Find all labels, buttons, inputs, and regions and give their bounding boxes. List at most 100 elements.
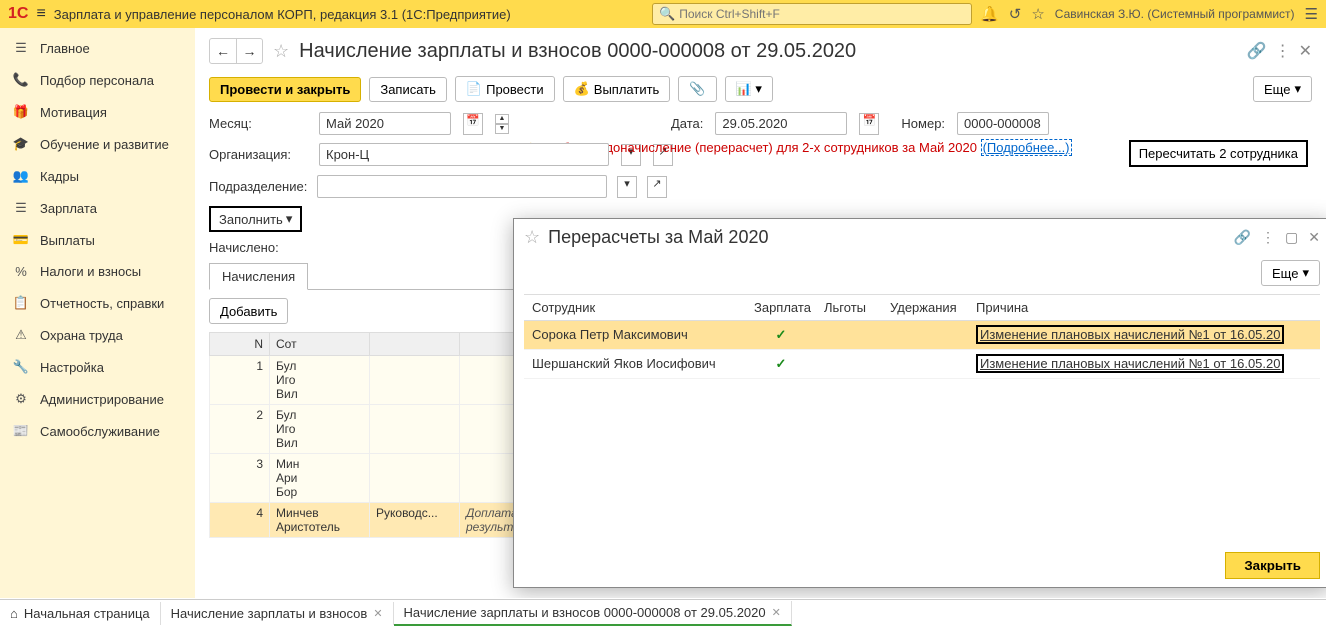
search-icon: 🔍 — [659, 6, 675, 22]
sidebar-item-0[interactable]: ☰Главное — [0, 32, 195, 64]
sidebar-icon: 💳 — [12, 232, 30, 248]
month-down-icon[interactable]: ▼ — [495, 124, 509, 134]
mcol-benefits: Льготы — [816, 295, 882, 320]
close-icon[interactable]: ✕ — [1299, 41, 1312, 61]
search-box[interactable]: 🔍 — [652, 3, 972, 25]
bell-icon[interactable]: 🔔 — [980, 5, 999, 23]
modal-link-icon[interactable]: 🔗 — [1234, 229, 1251, 246]
sidebar-item-3[interactable]: 🎓 Обучение и развитие — [0, 128, 195, 160]
col-n: N — [210, 333, 270, 355]
post-and-close-button[interactable]: Провести и закрыть — [209, 77, 361, 102]
sidebar-icon: 📋 — [12, 295, 30, 311]
dept-input[interactable] — [317, 175, 607, 198]
modal-star-icon[interactable]: ☆ — [524, 227, 540, 248]
sidebar-label: Выплаты — [40, 233, 95, 248]
sidebar-label: Мотивация — [40, 105, 107, 120]
date-input[interactable]: 29.05.2020 — [715, 112, 847, 135]
month-label: Месяц: — [209, 116, 307, 131]
sidebar-icon: 🎁 — [12, 104, 30, 120]
fill-button[interactable]: Заполнить ▾ — [209, 206, 302, 232]
modal-title: Перерасчеты за Май 2020 — [548, 227, 768, 248]
tab-accruals[interactable]: Начисления — [209, 263, 308, 290]
sidebar-item-12[interactable]: 📰Самообслуживание — [0, 415, 195, 447]
sidebar-label: Главное — [40, 41, 90, 56]
sidebar-item-8[interactable]: 📋 Отчетность, справки — [0, 287, 195, 319]
post-button[interactable]: 📄 Провести — [455, 76, 555, 102]
kebab-icon[interactable]: ⋮ — [1275, 41, 1291, 61]
nav-back-button[interactable]: ← — [210, 39, 236, 63]
reason-link[interactable]: Изменение плановых начислений №1 от 16.0… — [980, 327, 1280, 342]
date-label: Дата: — [671, 116, 703, 131]
tab-close-icon[interactable]: ✕ — [373, 607, 382, 620]
sidebar-item-11[interactable]: ⚙Администрирование — [0, 383, 195, 415]
more-button[interactable]: Еще ▾ — [1253, 76, 1312, 102]
org-label: Организация: — [209, 147, 307, 162]
sidebar-label: Кадры — [40, 169, 79, 184]
warning-more-link[interactable]: (Подробнее...) — [981, 139, 1072, 156]
save-button[interactable]: Записать — [369, 77, 447, 102]
star-icon[interactable]: ☆ — [1031, 5, 1044, 23]
sidebar-item-9[interactable]: ⚠Охрана труда — [0, 319, 195, 351]
modal-maximize-icon[interactable]: ▢ — [1285, 229, 1298, 246]
bottom-tabs: ⌂Начальная страницаНачисление зарплаты и… — [0, 599, 1326, 627]
report-button[interactable]: 📊 ▾ — [725, 76, 773, 102]
sidebar-icon: 👥 — [12, 168, 30, 184]
sidebar-label: Обучение и развитие — [40, 137, 169, 152]
dept-dropdown-icon[interactable]: ▾ — [617, 176, 637, 198]
app-title: Зарплата и управление персоналом КОРП, р… — [54, 7, 511, 22]
pay-button[interactable]: 💰 Выплатить — [563, 76, 671, 102]
sidebar-item-7[interactable]: %Налоги и взносы — [0, 256, 195, 287]
main-menu-icon[interactable]: ≡ — [36, 5, 45, 23]
sidebar-label: Налоги и взносы — [40, 264, 141, 279]
month-calendar-icon[interactable]: 📅 — [463, 113, 483, 135]
favorite-icon[interactable]: ☆ — [273, 41, 289, 62]
sidebar-icon: 🎓 — [12, 136, 30, 152]
modal-close-icon[interactable]: ✕ — [1308, 229, 1320, 246]
sidebar-icon: 📞 — [12, 72, 30, 88]
settings-icon[interactable]: ☰ — [1305, 5, 1318, 23]
search-input[interactable] — [679, 7, 965, 21]
reason-link[interactable]: Изменение плановых начислений №1 от 16.0… — [980, 356, 1280, 371]
recalc-button[interactable]: Пересчитать 2 сотрудника — [1129, 140, 1308, 167]
number-label: Номер: — [901, 116, 945, 131]
mcol-reason: Причина — [968, 295, 1320, 320]
modal-row[interactable]: Сорока Петр Максимович✓Изменение плановы… — [524, 321, 1320, 350]
link-icon[interactable]: 🔗 — [1247, 41, 1267, 61]
app-logo: 1С — [8, 5, 28, 23]
modal-more-button[interactable]: Еще ▾ — [1261, 260, 1320, 286]
sidebar: ☰Главное 📞 Подбор персонала 🎁 Мотивация 🎓 Обуч… — [0, 28, 195, 598]
add-button[interactable]: Добавить — [209, 298, 288, 324]
modal-row[interactable]: Шершанский Яков Иосифович✓Изменение план… — [524, 350, 1320, 379]
month-up-icon[interactable]: ▲ — [495, 114, 509, 124]
date-calendar-icon[interactable]: 📅 — [859, 113, 879, 135]
user-name[interactable]: Савинская З.Ю. (Системный программист) — [1055, 7, 1295, 21]
recalc-modal: ☆ Перерасчеты за Май 2020 🔗 ⋮ ▢ ✕ Еще ▾ … — [513, 218, 1326, 588]
tab-close-icon[interactable]: ✕ — [772, 606, 781, 619]
sidebar-item-5[interactable]: ☰Зарплата — [0, 192, 195, 224]
history-icon[interactable]: ↺ — [1009, 5, 1022, 23]
sidebar-item-2[interactable]: 🎁 Мотивация — [0, 96, 195, 128]
dept-open-icon[interactable]: ↗ — [647, 176, 667, 198]
bottom-tab-2[interactable]: Начисление зарплаты и взносов 0000-00000… — [394, 601, 792, 626]
sidebar-label: Подбор персонала — [40, 73, 154, 88]
sidebar-icon: 📰 — [12, 423, 30, 439]
sidebar-item-4[interactable]: 👥 Кадры — [0, 160, 195, 192]
doc-title: Начисление зарплаты и взносов 0000-00000… — [299, 40, 856, 63]
number-input[interactable]: 0000-000008 — [957, 112, 1049, 135]
sidebar-item-6[interactable]: 💳 Выплаты — [0, 224, 195, 256]
bottom-tab-1[interactable]: Начисление зарплаты и взносов✕ — [161, 602, 394, 625]
modal-close-button[interactable]: Закрыть — [1225, 552, 1320, 579]
sidebar-icon: 🔧 — [12, 359, 30, 375]
sidebar-label: Отчетность, справки — [40, 296, 164, 311]
home-icon: ⌂ — [10, 606, 18, 621]
modal-kebab-icon[interactable]: ⋮ — [1261, 229, 1275, 246]
sidebar-item-10[interactable]: 🔧Настройка — [0, 351, 195, 383]
attach-button[interactable]: 📎 — [678, 76, 716, 102]
org-input[interactable]: Крон-Ц — [319, 143, 609, 166]
month-input[interactable]: Май 2020 — [319, 112, 451, 135]
nav-arrows: ← → — [209, 38, 263, 64]
sidebar-label: Зарплата — [40, 201, 97, 216]
nav-forward-button[interactable]: → — [236, 39, 262, 63]
sidebar-item-1[interactable]: 📞 Подбор персонала — [0, 64, 195, 96]
bottom-tab-0[interactable]: ⌂Начальная страница — [0, 602, 161, 625]
